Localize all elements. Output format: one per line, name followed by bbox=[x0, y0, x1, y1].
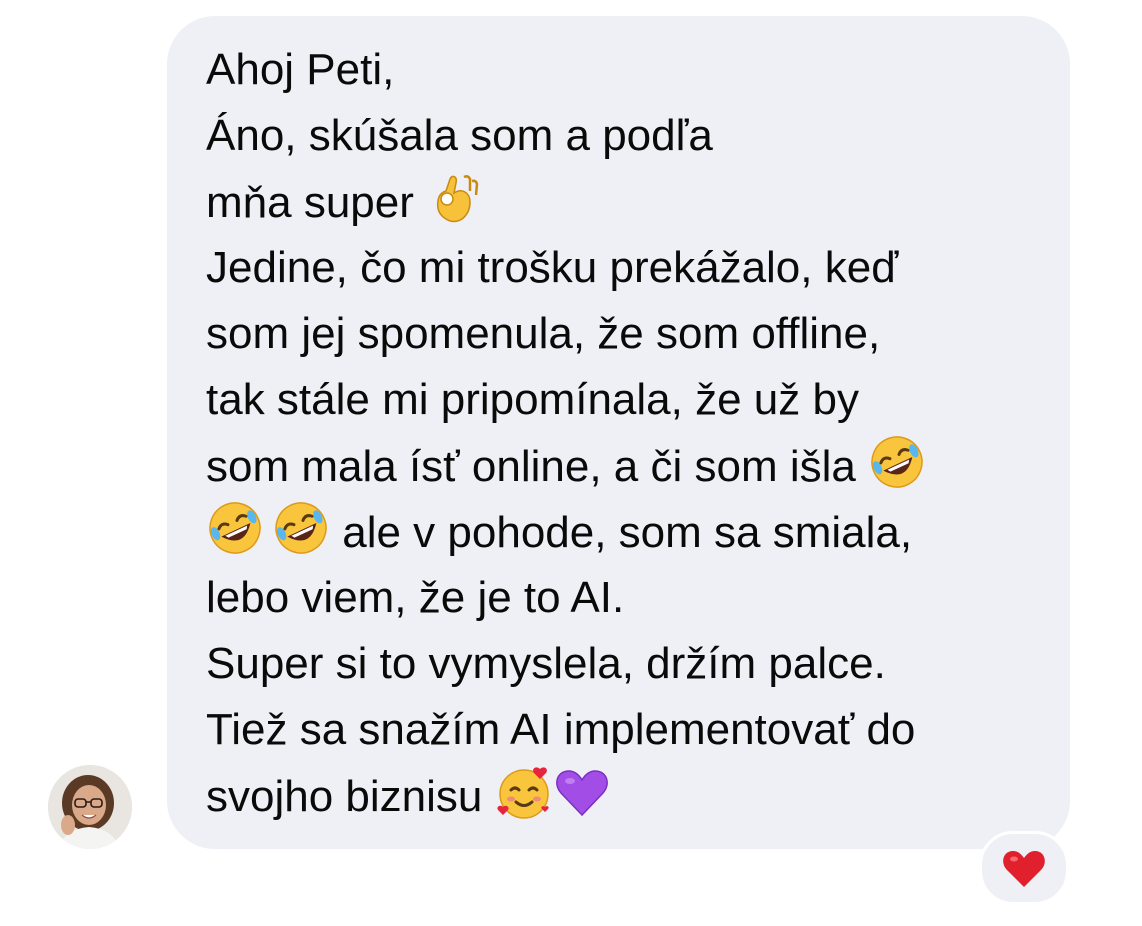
message-line-9: lebo viem, že je to AI. bbox=[206, 573, 625, 622]
message-text: som mala ísť online, a či som išla bbox=[206, 442, 856, 491]
message-line-2: Áno, skúšala som a podľa bbox=[206, 111, 713, 160]
red-heart-icon bbox=[1003, 851, 1045, 887]
rolling-on-floor-laughing-emoji bbox=[868, 433, 926, 491]
message-line-3: mňa super bbox=[206, 169, 484, 236]
rolling-on-floor-laughing-emoji bbox=[206, 499, 264, 557]
message-line-5: som jej spomenula, že som offline, bbox=[206, 309, 881, 358]
reaction-badge[interactable] bbox=[979, 831, 1069, 905]
message-line-8: ale v pohode, som sa smiala, bbox=[206, 499, 912, 566]
rolling-on-floor-laughing-emoji bbox=[272, 499, 330, 557]
message-line-11: Tiež sa snažím AI implementovať do bbox=[206, 705, 916, 754]
message-line-7: som mala ísť online, a či som išla bbox=[206, 433, 926, 500]
message-text: svojho biznisu bbox=[206, 772, 483, 821]
message-line-10: Super si to vymyslela, držím palce. bbox=[206, 639, 886, 688]
smiling-face-with-hearts-emoji bbox=[495, 763, 553, 821]
avatar[interactable] bbox=[48, 765, 132, 849]
avatar-photo bbox=[48, 765, 132, 849]
purple-heart-emoji bbox=[553, 763, 611, 821]
message-line-12: svojho biznisu bbox=[206, 763, 611, 830]
message-text: ale v pohode, som sa smiala, bbox=[342, 508, 913, 557]
message-line-4: Jedine, čo mi trošku prekážalo, keď bbox=[206, 243, 899, 292]
message-text: mňa super bbox=[206, 178, 414, 227]
message-line-1: Ahoj Peti, bbox=[206, 45, 395, 94]
ok-hand-emoji bbox=[426, 169, 484, 227]
message-line-6: tak stále mi pripomínala, že už by bbox=[206, 375, 859, 424]
